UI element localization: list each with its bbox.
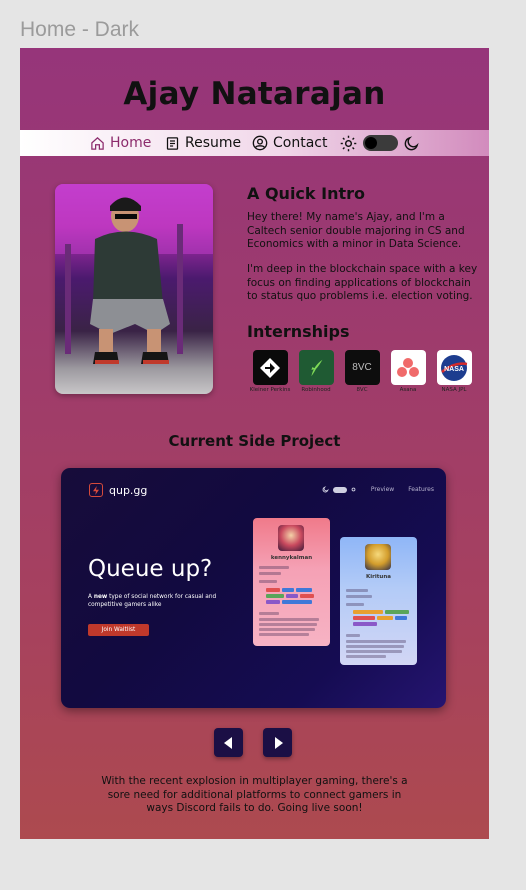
navbar: Home Resume Contact: [20, 130, 489, 156]
internship-caption: Asana: [399, 387, 417, 393]
profile-line: [346, 634, 360, 637]
arrow-right-icon: [274, 736, 283, 749]
internship-caption: 8VC: [356, 387, 368, 393]
profile-tag: [395, 616, 407, 620]
profile-line: [259, 623, 317, 626]
profile-line: [346, 655, 386, 658]
card-headline: Queue up?: [88, 556, 213, 582]
profile-tag: [282, 600, 312, 604]
lightning-icon: [89, 483, 103, 497]
profile-line: [259, 572, 281, 575]
intro-paragraph-2: I'm deep in the blockchain space with a …: [247, 263, 478, 302]
internship-caption: Robinhood: [301, 387, 331, 393]
card-nav: Preview Features: [322, 486, 434, 493]
profile-tag: [353, 616, 375, 620]
card-theme-toggle[interactable]: [332, 486, 347, 493]
theme-toggle[interactable]: [363, 135, 398, 151]
profile-line: [346, 595, 372, 598]
profile-tag: [353, 622, 377, 626]
nav-home-link[interactable]: Home: [90, 130, 151, 156]
intro-heading: A Quick Intro: [247, 184, 365, 203]
site-title: Ajay Natarajan: [123, 76, 386, 112]
profile-tag: [266, 600, 280, 604]
card-nav-features[interactable]: Features: [408, 486, 434, 493]
intro-paragraph-1: Hey there! My name's Ajay, and I'm a Cal…: [247, 211, 465, 250]
internships-heading: Internships: [247, 322, 350, 341]
join-waitlist-button[interactable]: Join Waitlist: [88, 624, 149, 636]
gamer-profile-card: Kirituna: [340, 537, 417, 665]
profile-tag: [300, 594, 314, 598]
profile-line: [346, 645, 404, 648]
profile-tag: [385, 610, 409, 614]
carousel-prev-button[interactable]: [214, 728, 243, 757]
card-subtitle: A new type of social network for casual …: [88, 594, 218, 609]
profile-tag: [282, 588, 294, 592]
sun-icon: [340, 135, 357, 152]
theme-toggle-knob: [365, 137, 377, 149]
internship-nasa-jpl[interactable]: NASA NASA JPL: [431, 350, 477, 393]
nav-resume-label: Resume: [185, 135, 242, 151]
profile-tag: [296, 588, 312, 592]
internship-caption: NASA JPL: [441, 387, 467, 393]
profile-line: [346, 640, 406, 643]
profile-line: [259, 612, 279, 615]
profile-tag: [353, 610, 383, 614]
nasa-logo-text: NASA: [444, 366, 464, 373]
kleiner-perkins-logo-icon: [252, 350, 288, 385]
side-project-heading: Current Side Project: [168, 432, 341, 450]
portfolio-page: Ajay Natarajan Home Resume Contact A Qui…: [20, 48, 489, 839]
nasa-logo-icon: NASA: [436, 350, 472, 385]
frame-label: Home - Dark: [20, 18, 140, 41]
internship-kleiner-perkins[interactable]: Kleiner Perkins: [247, 350, 293, 393]
avatar: [278, 525, 304, 551]
profile-line: [259, 618, 319, 621]
card-subtitle-bold: new: [93, 594, 108, 600]
carousel-next-button[interactable]: [263, 728, 292, 757]
internship-caption: Kleiner Perkins: [249, 387, 291, 393]
moon-icon: [404, 136, 419, 151]
internship-robinhood[interactable]: Robinhood: [293, 350, 339, 393]
robinhood-logo-icon: [298, 350, 334, 385]
card-moon-icon: [322, 486, 329, 493]
internship-asana[interactable]: Asana: [385, 350, 431, 393]
arrow-left-icon: [223, 736, 232, 749]
profile-line: [259, 566, 289, 569]
card-sun-icon: [351, 487, 356, 492]
profile-tag: [286, 594, 298, 598]
profile-line: [346, 589, 368, 592]
gamer-profile-name: Kirituna: [366, 574, 391, 580]
nav-contact-link[interactable]: Contact: [252, 130, 327, 156]
nav-home-label: Home: [110, 135, 152, 151]
document-icon: [166, 136, 179, 150]
user-icon: [252, 135, 268, 151]
profile-line: [346, 650, 402, 653]
asana-logo-icon: [390, 350, 426, 385]
profile-photo-illustration: [55, 184, 213, 364]
profile-line: [259, 633, 309, 636]
internship-logos: Kleiner Perkins Robinhood 8VC 8VC Asana …: [247, 350, 477, 393]
card-nav-preview[interactable]: Preview: [371, 486, 394, 493]
card-subtitle-post: type of social network for casual and co…: [88, 594, 217, 608]
nav-contact-label: Contact: [273, 135, 328, 151]
profile-tag: [266, 594, 284, 598]
internship-8vc[interactable]: 8VC 8VC: [339, 350, 385, 393]
home-icon: [91, 136, 104, 150]
project-preview-card[interactable]: qup.gg Preview Features Queue up? A new …: [61, 468, 446, 708]
nav-resume-link[interactable]: Resume: [165, 130, 241, 156]
profile-tag: [266, 588, 280, 592]
gamer-profile-card: kennykalman: [253, 518, 330, 646]
profile-line: [259, 628, 315, 631]
8vc-logo-text: 8VC: [352, 362, 372, 373]
card-brand: qup.gg: [89, 483, 147, 497]
gamer-profile-name: kennykalman: [270, 555, 313, 561]
8vc-logo-icon: 8VC: [344, 350, 380, 385]
profile-tag: [377, 616, 393, 620]
profile-photo: [55, 184, 213, 394]
profile-line: [259, 580, 277, 583]
card-brand-label: qup.gg: [109, 483, 148, 497]
avatar: [365, 544, 391, 570]
project-description: With the recent explosion in multiplayer…: [101, 775, 408, 814]
profile-line: [346, 603, 364, 606]
